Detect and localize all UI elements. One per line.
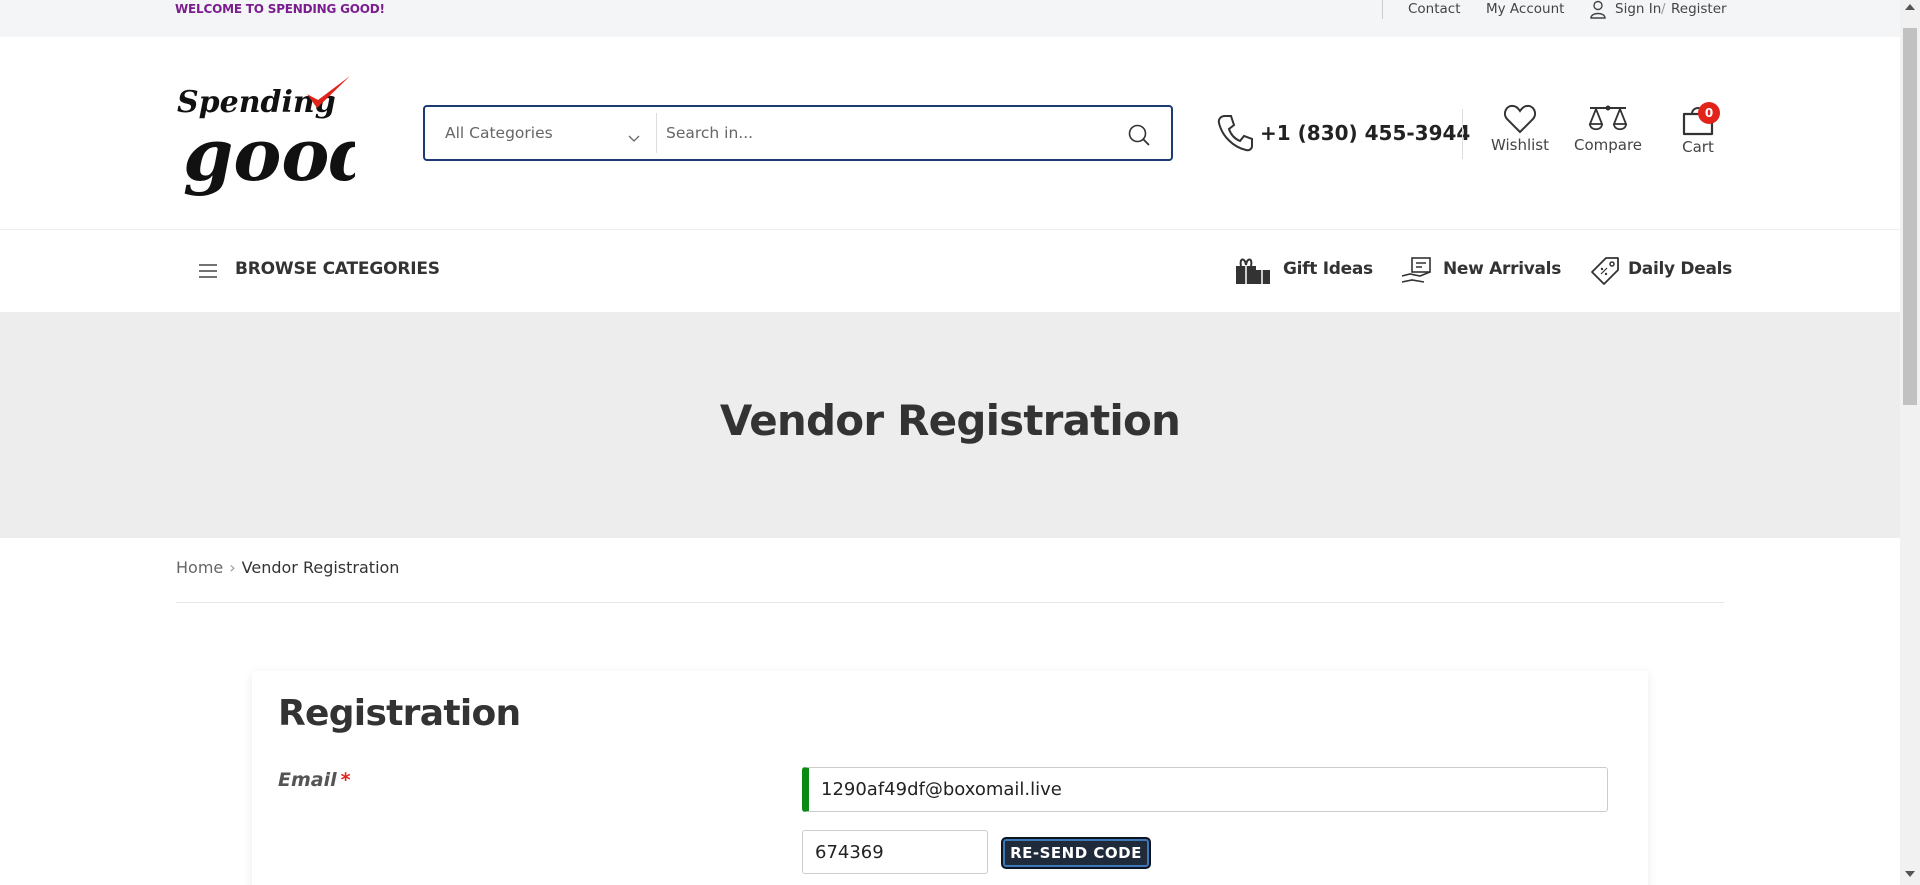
search-icon[interactable] xyxy=(1127,123,1151,147)
page-scrollbar[interactable] xyxy=(1900,0,1920,885)
sign-in-link[interactable]: Sign In xyxy=(1615,1,1661,17)
email-label-text: Email xyxy=(278,769,337,791)
compare-label: Compare xyxy=(1573,136,1643,154)
category-select[interactable]: All Categories xyxy=(445,124,553,142)
resend-code-button[interactable]: RE-SEND CODE xyxy=(1001,837,1151,869)
new-arrivals-icon xyxy=(1400,254,1434,286)
heart-icon xyxy=(1503,104,1537,134)
email-label: Email * xyxy=(278,769,351,791)
compare-button[interactable]: Compare xyxy=(1570,104,1646,154)
wishlist-label: Wishlist xyxy=(1490,136,1550,154)
price-tag-icon xyxy=(1588,254,1622,286)
header-divider xyxy=(1462,109,1463,159)
scroll-up-arrow-icon[interactable] xyxy=(1905,4,1915,10)
topbar-divider xyxy=(1382,0,1383,19)
scroll-down-arrow-icon[interactable] xyxy=(1905,871,1915,877)
page-hero: Vendor Registration xyxy=(0,312,1900,538)
phone-icon xyxy=(1216,113,1254,153)
page-title: Vendor Registration xyxy=(719,396,1181,445)
breadcrumb-current: Vendor Registration xyxy=(241,558,400,577)
register-link[interactable]: Register xyxy=(1671,1,1727,17)
breadcrumb-chevron-icon: › xyxy=(229,558,236,577)
search-box: All Categories xyxy=(423,105,1173,161)
top-bar: WELCOME TO SPENDING GOOD! Contact My Acc… xyxy=(0,0,1900,37)
wishlist-button[interactable]: Wishlist xyxy=(1488,104,1552,154)
gift-ideas-link[interactable]: Gift Ideas xyxy=(1283,259,1373,279)
required-mark: * xyxy=(340,769,351,791)
welcome-text: WELCOME TO SPENDING GOOD! xyxy=(175,2,385,16)
breadcrumb-home-link[interactable]: Home xyxy=(176,558,223,577)
gift-icon xyxy=(1235,254,1270,286)
breadcrumb-divider xyxy=(176,602,1724,603)
registration-card: Registration Email* RE-SEND CODE xyxy=(252,671,1648,885)
cart-label: Cart xyxy=(1682,138,1714,156)
new-arrivals-link[interactable]: New Arrivals xyxy=(1443,259,1561,279)
phone-number[interactable]: +1 (830) 455-3944 xyxy=(1260,121,1470,145)
my-account-link[interactable]: My Account xyxy=(1486,1,1564,17)
svg-text:good: good xyxy=(183,112,355,197)
header: Spending good All Categories +1 (830) 45… xyxy=(0,37,1900,230)
auth-separator: / xyxy=(1661,1,1666,17)
hamburger-menu-icon[interactable] xyxy=(198,263,218,279)
category-nav-bar: BROWSE CATEGORIES Gift Ideas New Arrival… xyxy=(0,230,1900,312)
email-field[interactable] xyxy=(802,767,1608,812)
breadcrumb: Home › Vendor Registration xyxy=(176,558,399,577)
contact-link[interactable]: Contact xyxy=(1408,1,1461,17)
chevron-down-icon[interactable] xyxy=(628,128,640,142)
browse-categories-button[interactable]: BROWSE CATEGORIES xyxy=(235,259,440,279)
search-input[interactable] xyxy=(666,115,1106,151)
spending-good-logo[interactable]: Spending good xyxy=(175,72,380,197)
scrollbar-thumb[interactable] xyxy=(1903,28,1917,405)
cart-count-badge: 0 xyxy=(1698,102,1720,124)
registration-heading: Registration xyxy=(278,693,521,734)
user-icon xyxy=(1589,0,1607,19)
scale-icon xyxy=(1588,105,1628,131)
verification-code-field[interactable] xyxy=(802,830,988,874)
daily-deals-link[interactable]: Daily Deals xyxy=(1628,259,1732,279)
search-divider xyxy=(656,113,657,153)
